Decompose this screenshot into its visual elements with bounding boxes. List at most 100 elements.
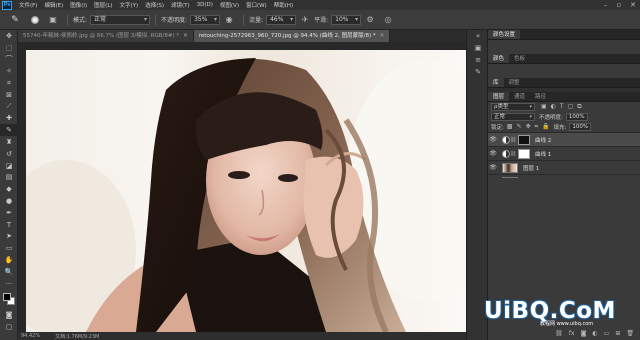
filter-type-icon[interactable]: T	[560, 103, 564, 111]
clone-stamp-tool-icon[interactable]: ♜	[0, 136, 18, 148]
zoom-level[interactable]: 94.42%	[21, 333, 40, 339]
document-size[interactable]: 文档:1.76M/9.23M	[55, 333, 99, 340]
link-chain-icon[interactable]: ⛓	[510, 137, 516, 143]
filter-shape-icon[interactable]: ▢	[568, 103, 574, 111]
new-layer-icon[interactable]: ⊞	[615, 330, 620, 338]
brush-tool-icon[interactable]: ✎	[0, 124, 18, 137]
delete-layer-icon[interactable]: 🗑	[626, 330, 634, 338]
tab-adjustments[interactable]: 调整	[504, 78, 525, 87]
opacity-field[interactable]: 35%	[190, 14, 221, 25]
minimize-icon[interactable]: –	[604, 1, 608, 9]
lock-transparent-icon[interactable]: ▩	[507, 123, 513, 131]
tab-layers[interactable]: 图层	[488, 92, 510, 101]
blend-mode-select[interactable]: 正常	[491, 113, 535, 121]
foreground-color-swatch[interactable]	[3, 292, 11, 301]
pen-tool-icon[interactable]: ✒	[0, 207, 18, 219]
layer-row[interactable]: 👁 图层 1	[488, 160, 640, 174]
filter-smart-icon[interactable]: ⧉	[577, 103, 581, 111]
move-tool-icon[interactable]: ✥	[0, 30, 18, 42]
brush-panel-icon[interactable]: ✎	[467, 66, 489, 78]
healing-brush-tool-icon[interactable]: ✚	[0, 113, 18, 125]
menu-image[interactable]: 图像(I)	[70, 1, 87, 9]
tab-color[interactable]: 颜色	[488, 54, 510, 63]
fill-field[interactable]: 100%	[569, 123, 592, 131]
layer-row[interactable]: 👁 ⛓ 曲线 2	[488, 132, 640, 146]
type-tool-icon[interactable]: T	[0, 219, 18, 231]
lock-artboard-icon[interactable]: ⌗	[535, 123, 538, 131]
link-chain-icon[interactable]: ⛓	[510, 151, 516, 157]
properties-panel-icon[interactable]: ≡	[467, 54, 489, 66]
flow-field[interactable]: 46%	[266, 14, 297, 25]
eraser-tool-icon[interactable]: ◪	[0, 160, 18, 172]
link-layers-icon[interactable]: ⛓	[555, 330, 563, 338]
menu-edit[interactable]: 编辑(E)	[44, 1, 63, 9]
visibility-eye-icon[interactable]: 👁	[488, 136, 498, 143]
dodge-tool-icon[interactable]: ●	[0, 195, 18, 207]
brush-tool-preset-icon[interactable]: ✎	[4, 13, 26, 27]
layer-mask-thumbnail[interactable]	[518, 134, 530, 145]
menu-file[interactable]: 文件(F)	[19, 1, 37, 9]
brush-size-picker[interactable]	[26, 13, 44, 27]
document-tab-active[interactable]: retouching-2572963_960_720.jpg @ 94.4% (…	[193, 30, 391, 42]
quick-mask-icon[interactable]: ◙	[0, 310, 18, 322]
tab-channels[interactable]: 通道	[509, 92, 530, 101]
filter-adjust-icon[interactable]: ◐	[551, 103, 556, 111]
brush-settings-icon[interactable]: ▣	[47, 14, 59, 26]
fx-icon[interactable]: fx	[569, 330, 575, 338]
menu-view[interactable]: 视图(V)	[220, 1, 239, 9]
tab-libraries[interactable]: 库	[488, 78, 504, 87]
screen-mode-icon[interactable]: ▢	[0, 321, 18, 333]
lock-brush-icon[interactable]: ✎	[517, 123, 522, 131]
filter-pixel-icon[interactable]: ▣	[541, 103, 547, 111]
path-select-tool-icon[interactable]: ➤	[0, 231, 18, 243]
hand-tool-icon[interactable]: ✋	[0, 254, 18, 266]
new-group-icon[interactable]: ▭	[604, 330, 610, 338]
menu-filter[interactable]: 滤镜(T)	[171, 1, 190, 9]
close-tab-icon[interactable]: ✕	[183, 33, 188, 39]
menu-layer[interactable]: 图层(L)	[94, 1, 112, 9]
add-mask-icon[interactable]: ◙	[581, 330, 587, 338]
document-tab[interactable]: 55740-年糕妹-侯佩岭.jpg @ 66.7% (图层 3/模拟, RGB/…	[18, 30, 194, 42]
lock-all-icon[interactable]: 🔒	[542, 123, 549, 131]
eyedropper-tool-icon[interactable]: ⟋	[0, 101, 18, 113]
close-tab-icon[interactable]: ✕	[380, 33, 385, 39]
blur-tool-icon[interactable]: ◆	[0, 183, 18, 195]
history-panel-icon[interactable]: ▣	[467, 42, 489, 54]
marquee-tool-icon[interactable]: ⬚	[0, 42, 18, 54]
menu-help[interactable]: 帮助(H)	[274, 1, 293, 9]
layer-filter-select[interactable]: ρ类型	[491, 103, 535, 111]
tab-swatches[interactable]: 色板	[509, 54, 530, 63]
menu-type[interactable]: 文字(Y)	[120, 1, 139, 9]
crop-tool-icon[interactable]: ⌗	[0, 77, 18, 89]
frame-tool-icon[interactable]: ⊠	[0, 89, 18, 101]
gear-icon[interactable]: ⚙	[364, 14, 376, 26]
mode-select[interactable]: 正常	[90, 14, 151, 25]
layer-row[interactable]: 👁 ⛓ 曲线 1	[488, 146, 640, 160]
visibility-eye-icon[interactable]: 👁	[488, 164, 498, 171]
menu-3d[interactable]: 3D(D)	[197, 2, 213, 8]
document-image[interactable]	[26, 50, 466, 332]
layer-mask-thumbnail[interactable]	[518, 148, 530, 159]
lock-move-icon[interactable]: ✥	[526, 123, 531, 131]
gradient-tool-icon[interactable]: ▤	[0, 172, 18, 184]
pressure-size-icon[interactable]: ◎	[382, 14, 394, 26]
color-swatches[interactable]	[0, 290, 18, 310]
canvas-area[interactable]	[18, 42, 466, 332]
zoom-tool-icon[interactable]: 🔍	[0, 266, 18, 278]
layer-opacity-field[interactable]: 100%	[565, 113, 588, 121]
visibility-eye-icon[interactable]: 👁	[488, 150, 498, 157]
lasso-tool-icon[interactable]: ⌒	[0, 54, 18, 66]
menu-window[interactable]: 窗口(W)	[246, 1, 267, 9]
new-adjustment-icon[interactable]: ◐	[592, 330, 597, 338]
more-tools-icon[interactable]: ···	[0, 278, 18, 290]
smoothing-field[interactable]: 10%	[331, 14, 362, 25]
airbrush-icon[interactable]: ✈	[299, 14, 311, 26]
shape-tool-icon[interactable]: ▭	[0, 242, 18, 254]
tab-color-settings[interactable]: 颜色设置	[488, 30, 521, 39]
quick-select-tool-icon[interactable]: ✧	[0, 65, 18, 77]
history-brush-tool-icon[interactable]: ↺	[0, 148, 18, 160]
maximize-icon[interactable]: ▫	[616, 1, 621, 9]
collapse-arrows-icon[interactable]: «	[467, 30, 489, 42]
close-icon[interactable]: ✕	[630, 1, 636, 9]
menu-select[interactable]: 选择(S)	[145, 1, 164, 9]
